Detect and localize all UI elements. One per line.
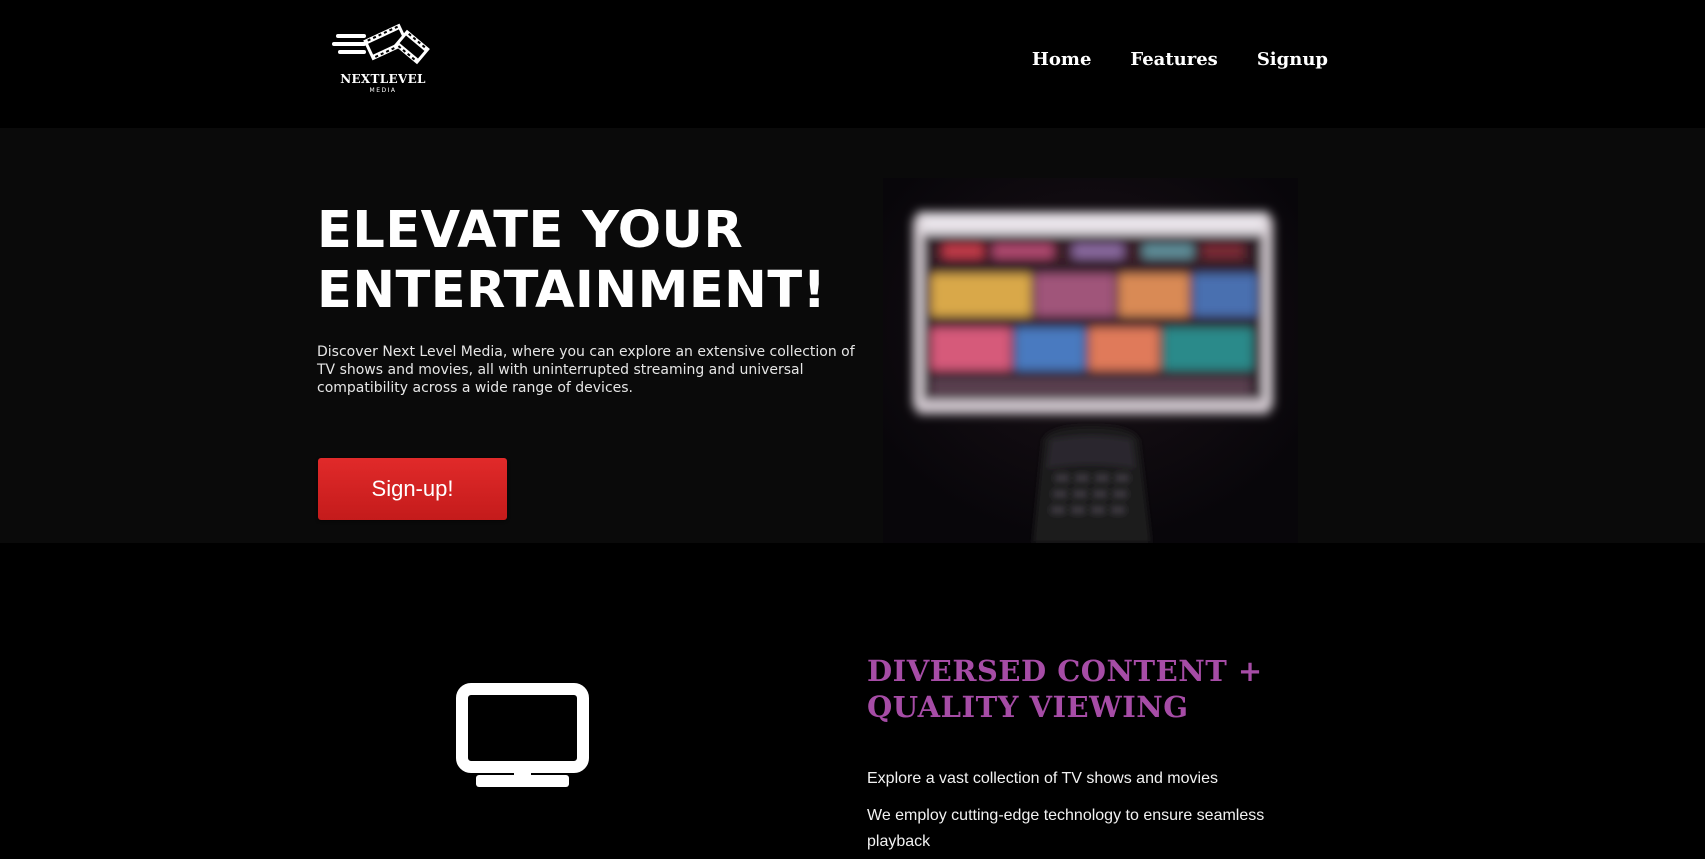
feature-point: We employ cutting-edge technology to ens… — [867, 807, 1265, 850]
feature-title-line1: DIVERSED CONTENT + — [867, 654, 1263, 688]
nav-signup-link[interactable]: Signup — [1257, 48, 1328, 72]
feature-title-line2: QUALITY VIEWING — [867, 690, 1189, 724]
brand-logo[interactable]: NEXTLEVEL MEDIA — [332, 20, 434, 98]
nav-home-link[interactable]: Home — [1032, 48, 1092, 72]
hero-title: ELEVATE YOUR ENTERTAINMENT! — [317, 201, 877, 321]
feature-section: DIVERSED CONTENT + QUALITY VIEWING Explo… — [0, 543, 1705, 859]
nav-features-link[interactable]: Features — [1130, 48, 1217, 72]
film-reel-speed-icon — [332, 23, 430, 65]
brand-tagline: MEDIA — [369, 87, 397, 94]
tv-monitor-icon — [456, 683, 589, 788]
feature-point: Explore a vast collection of TV shows an… — [867, 770, 1218, 787]
hero-title-line2: ENTERTAINMENT! — [317, 261, 827, 320]
hero-image — [883, 178, 1298, 543]
feature-title: DIVERSED CONTENT + QUALITY VIEWING — [867, 653, 1327, 725]
brand-name: NEXTLEVEL — [340, 72, 426, 86]
site-header: NEXTLEVEL MEDIA Home Features Signup — [0, 0, 1705, 128]
hero-section: ELEVATE YOUR ENTERTAINMENT! Discover Nex… — [0, 128, 1705, 543]
signup-button[interactable]: Sign-up! — [318, 458, 507, 520]
hero-title-line1: ELEVATE YOUR — [317, 201, 744, 260]
main-nav: Home Features Signup — [1032, 48, 1328, 72]
blurred-tv-image — [883, 178, 1298, 543]
hero-description: Discover Next Level Media, where you can… — [317, 344, 855, 396]
